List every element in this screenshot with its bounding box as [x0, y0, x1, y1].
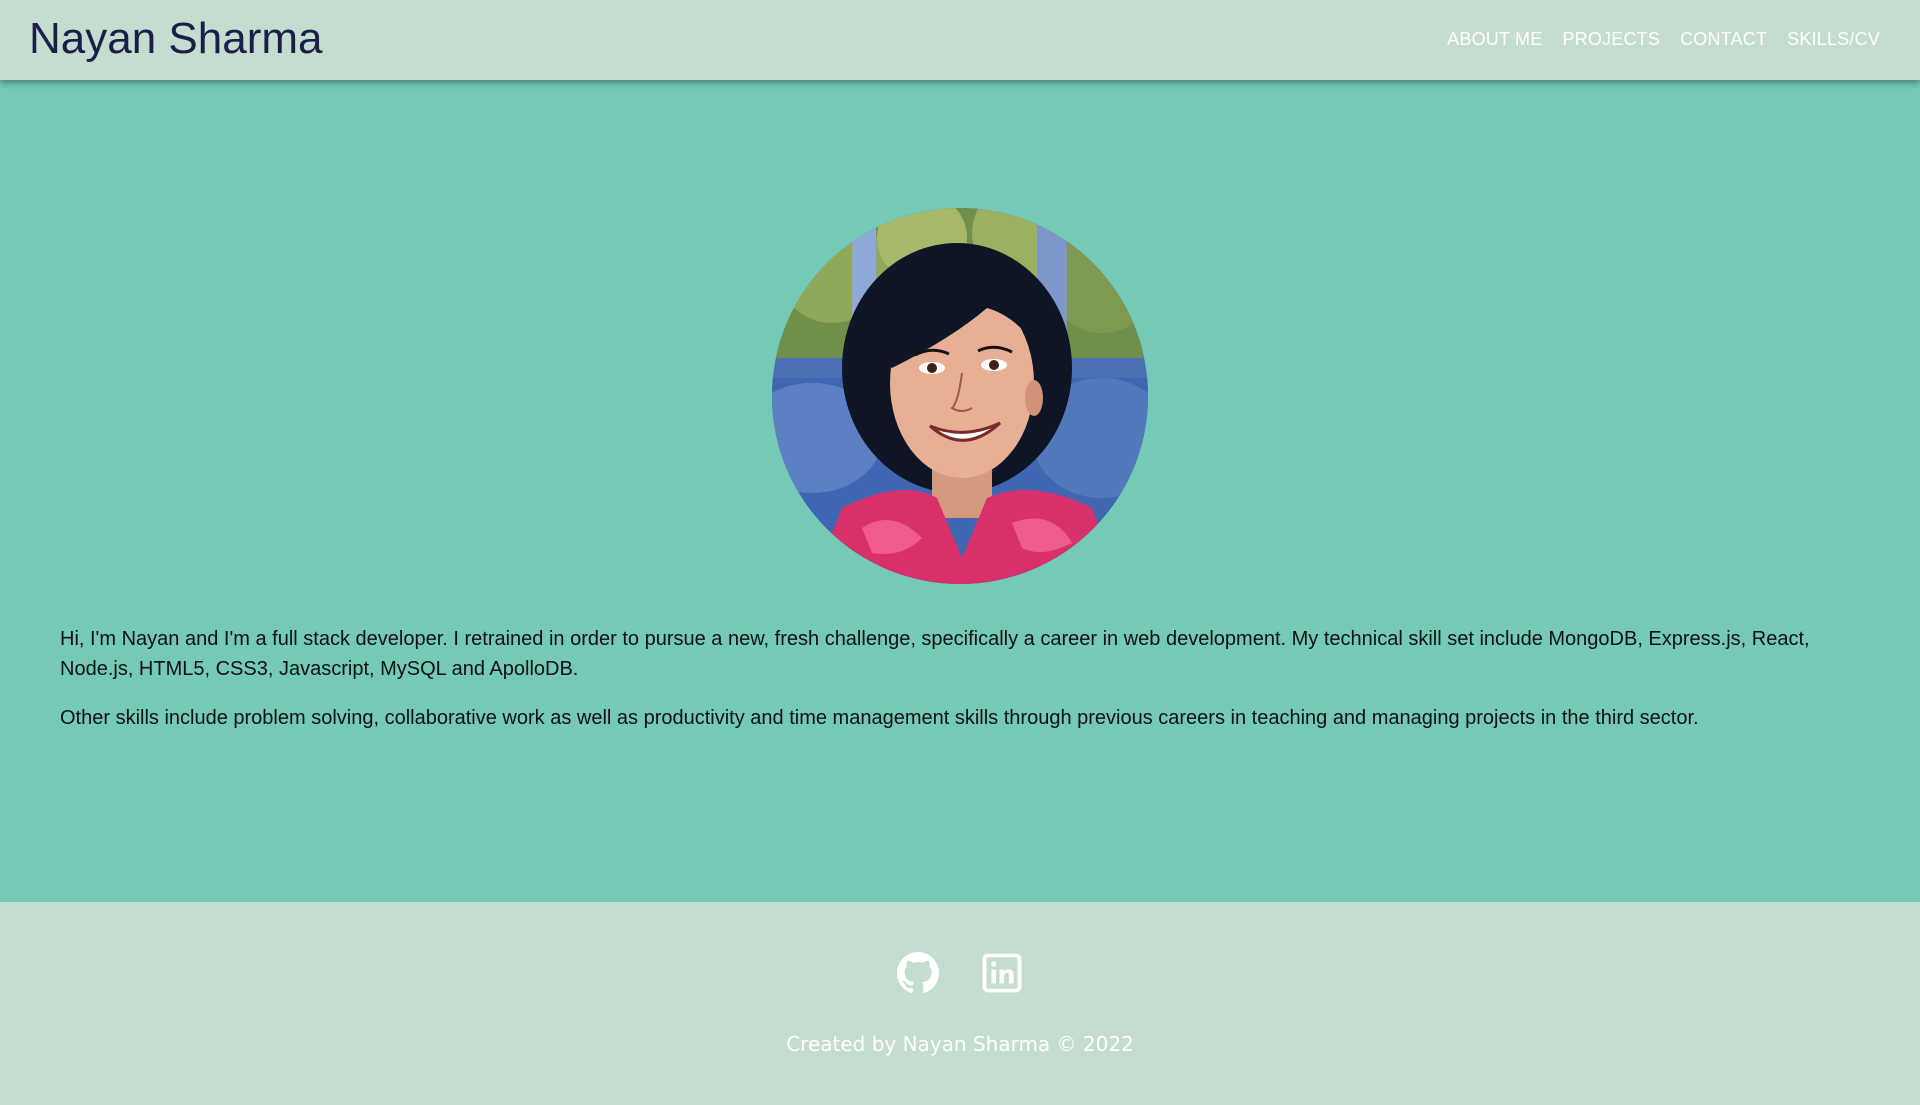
nav-contact[interactable]: CONTACT [1680, 27, 1767, 51]
social-links [0, 952, 1920, 994]
nav-about-me[interactable]: ABOUT ME [1447, 27, 1542, 51]
avatar-illustration [772, 208, 1148, 584]
bio: Hi, I'm Nayan and I'm a full stack devel… [60, 624, 1860, 752]
avatar [772, 208, 1148, 584]
bio-paragraph: Hi, I'm Nayan and I'm a full stack devel… [60, 628, 1810, 680]
bio-paragraph: Other skills include problem solving, co… [60, 707, 1699, 729]
about-section: Hi, I'm Nayan and I'm a full stack devel… [0, 80, 1920, 902]
site-footer: Created by Nayan Sharma © 2022 [0, 902, 1920, 1105]
linkedin-icon[interactable] [981, 952, 1023, 994]
site-title[interactable]: Nayan Sharma [29, 12, 322, 66]
copyright-text: Created by Nayan Sharma © 2022 [786, 1032, 1134, 1056]
nav-projects[interactable]: PROJECTS [1562, 27, 1660, 51]
nav-skills-cv[interactable]: SKILLS/CV [1787, 27, 1880, 51]
site-header: Nayan Sharma ABOUT ME PROJECTS CONTACT S… [0, 0, 1920, 80]
main-nav: ABOUT ME PROJECTS CONTACT SKILLS/CV [1447, 27, 1880, 51]
github-icon[interactable] [897, 952, 939, 994]
